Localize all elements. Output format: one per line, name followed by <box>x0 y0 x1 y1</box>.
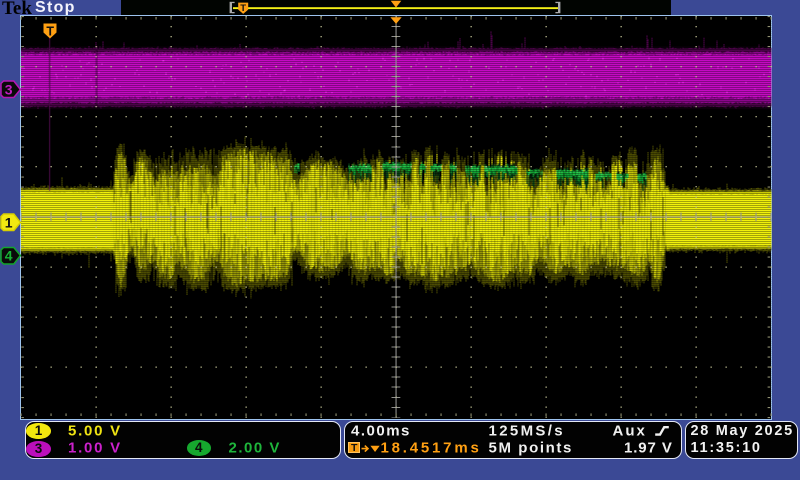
svg-text:4: 4 <box>5 248 13 264</box>
svg-text:3: 3 <box>5 82 13 98</box>
svg-text:1: 1 <box>5 215 13 231</box>
svg-text:T: T <box>46 25 54 39</box>
